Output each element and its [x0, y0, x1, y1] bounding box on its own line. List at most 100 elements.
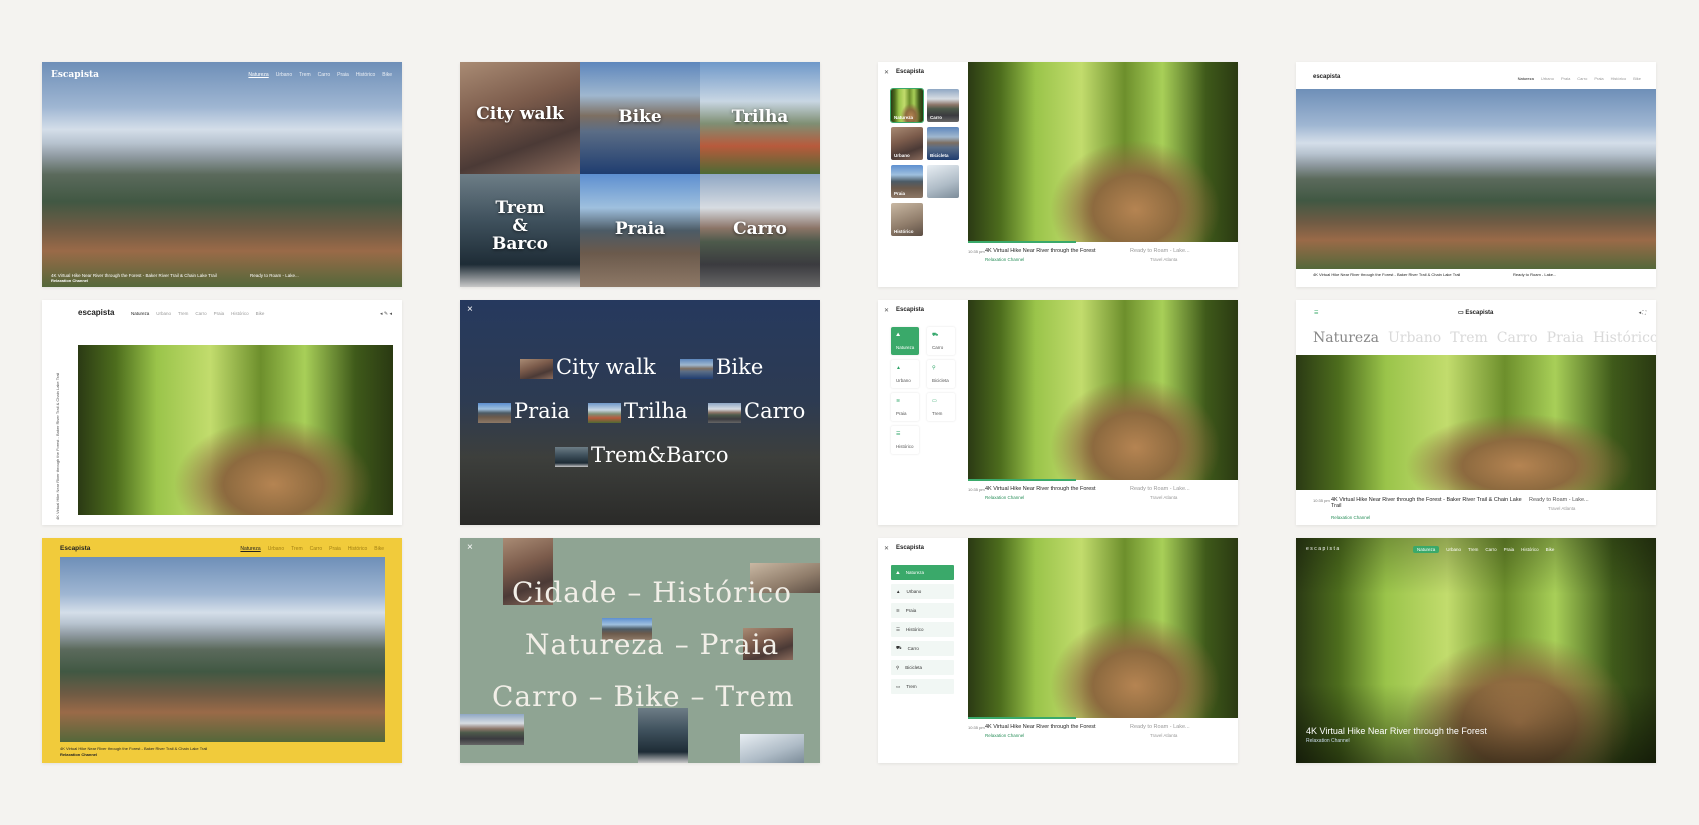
grid-cell-car[interactable]: Carro: [700, 174, 820, 287]
side-thumb-urbano[interactable]: Urbano: [891, 127, 923, 160]
nav-item[interactable]: Urbano: [276, 72, 292, 78]
list-item-urbano[interactable]: ▲ Urbano: [891, 584, 954, 599]
category-nav[interactable]: Natureza Urbano Trem Carro Praia Históri…: [240, 546, 384, 552]
thumb-image: [555, 446, 588, 467]
variant-fullscreen-video[interactable]: escapista Natureza Urbano Trem Carro Pra…: [1296, 538, 1656, 763]
close-icon[interactable]: ×: [467, 304, 473, 315]
category-nav[interactable]: Natureza Urbano Trem Carro Praia Históri…: [131, 311, 264, 316]
card-urbano[interactable]: ▲ Urbano: [891, 360, 919, 388]
side-thumb-natureza[interactable]: Natureza: [890, 88, 924, 123]
menu-item-praia[interactable]: Praia: [478, 399, 570, 423]
brand-logo[interactable]: Escapista: [51, 70, 99, 80]
thumb-image: [478, 402, 511, 423]
next-video[interactable]: Ready to Roam - Lake...: [250, 273, 299, 278]
close-icon[interactable]: ✕: [884, 69, 889, 76]
variant-hero-mountain[interactable]: Escapista Natureza Urbano Trem Carro Pra…: [42, 62, 402, 287]
nav-item[interactable]: Trem: [299, 72, 310, 78]
video-channel: Relaxation Channel: [51, 278, 89, 283]
video-title: 4K Virtual Hike Near River through the F…: [985, 248, 1096, 254]
video-player[interactable]: [78, 345, 393, 515]
side-thumb-carro[interactable]: Carro: [927, 89, 959, 122]
brand-logo[interactable]: ▭ Escapista: [1458, 309, 1493, 316]
variant-sidebar-list[interactable]: ✕ Escapista ⛰ Natureza ▲ Urbano ≋ Praia ☰ Hi…: [878, 538, 1238, 763]
side-thumb-trem[interactable]: [927, 165, 959, 198]
big-menu-line[interactable]: Cidade – Histórico: [512, 576, 792, 609]
variant-word-menu[interactable]: × City walk Bike Praia Trilha Carro Trem…: [460, 300, 820, 525]
category-nav[interactable]: Natureza Urbano Praia Carro Praia Histór…: [1518, 76, 1641, 81]
menu-item-trem[interactable]: Trem&Barco: [555, 443, 728, 467]
close-icon[interactable]: ×: [467, 542, 473, 553]
big-menu-line[interactable]: Carro – Bike – Trem: [492, 680, 795, 713]
floating-thumb: [638, 708, 688, 763]
variant-sidebar-cards[interactable]: ✕ Escapista ⛰ Natureza ⛟ Carro ▲ Urbano ⚲ Bi…: [878, 300, 1238, 525]
video-player[interactable]: [968, 62, 1238, 242]
controls-icons[interactable]: ◂ ⛶: [1639, 310, 1646, 316]
side-thumb-praia[interactable]: Praia: [891, 165, 923, 198]
nav-item[interactable]: Histórico: [356, 72, 375, 78]
list-item-praia[interactable]: ≋ Praia: [891, 603, 954, 618]
grid-cell-trail[interactable]: Trilha: [700, 62, 820, 174]
variant-large-nav[interactable]: ☰ ▭ Escapista ◂ ⛶ Natureza Urbano Trem C…: [1296, 300, 1656, 525]
card-bicicleta[interactable]: ⚲ Bicicleta: [927, 360, 955, 388]
nav-item[interactable]: Carro: [318, 72, 331, 78]
video-title: 4K Virtual Hike Near River through the F…: [985, 486, 1096, 492]
grid-cell-train[interactable]: Trem & Barco: [460, 174, 580, 287]
list-item-carro[interactable]: ⛟ Carro: [891, 641, 954, 656]
controls-icons[interactable]: ◂ ✎ ◂: [380, 311, 392, 317]
grid-cell-beach[interactable]: Praia: [580, 174, 700, 287]
brand-logo[interactable]: Escapista: [896, 307, 924, 313]
variant-big-type[interactable]: × Cidade – Histórico Natureza – Praia Ca…: [460, 538, 820, 763]
list-item-natureza[interactable]: ⛰ Natureza: [891, 565, 954, 580]
video-player[interactable]: [1296, 355, 1656, 490]
variant-photo-grid[interactable]: City walk Bike Trilha Trem & Barco Praia…: [460, 62, 820, 287]
list-item-trem[interactable]: ▭ Trem: [891, 679, 954, 694]
variant-yellow-frame[interactable]: Escapista Natureza Urbano Trem Carro Pra…: [42, 538, 402, 763]
video-player[interactable]: [968, 538, 1238, 718]
card-trem[interactable]: ▭ Trem: [927, 393, 955, 421]
grid-cell-bike[interactable]: Bike: [580, 62, 700, 174]
nav-item[interactable]: Praia: [337, 72, 349, 78]
category-nav[interactable]: Natureza Urbano Trem Carro Praia Históri…: [1413, 546, 1554, 553]
card-praia[interactable]: ≋ Praia: [891, 393, 919, 421]
menu-item-citywalk[interactable]: City walk: [520, 355, 656, 379]
menu-item-bike[interactable]: Bike: [680, 355, 763, 379]
card-natureza[interactable]: ⛰ Natureza: [891, 327, 919, 355]
list-item-historico[interactable]: ☰ Histórico: [891, 622, 954, 637]
close-icon[interactable]: ✕: [884, 545, 889, 552]
progress-bar[interactable]: [968, 717, 1076, 719]
progress-bar[interactable]: [968, 479, 1076, 481]
card-historico[interactable]: ☰ Histórico: [891, 426, 919, 454]
variant-top-nav-hero[interactable]: escapista Natureza Urbano Praia Carro Pr…: [1296, 62, 1656, 287]
category-nav[interactable]: Natureza Urbano Trem Carro Praia Históri…: [248, 72, 392, 78]
close-icon[interactable]: ✕: [884, 307, 889, 314]
video-player[interactable]: [968, 300, 1238, 480]
next-video[interactable]: Ready to Roam - Lake...: [1130, 486, 1190, 492]
brand-logo[interactable]: Escapista: [896, 69, 924, 75]
brand-logo[interactable]: Escapista: [896, 545, 924, 551]
next-video[interactable]: Ready to Roam - Lake...: [1529, 497, 1589, 503]
category-nav[interactable]: Natureza Urbano Trem Carro Praia Históri…: [1313, 330, 1656, 346]
variant-white-frame[interactable]: escapista Natureza Urbano Trem Carro Pra…: [42, 300, 402, 525]
side-thumb-historico[interactable]: Histórico: [891, 203, 923, 236]
brand-logo[interactable]: Escapista: [60, 545, 90, 552]
floating-thumb: [460, 714, 524, 745]
side-thumb-bicicleta[interactable]: Bicicleta: [927, 127, 959, 160]
video-title: 4K Virtual Hike Near River through the F…: [1306, 726, 1487, 736]
nav-item[interactable]: Bike: [382, 72, 392, 78]
variant-sidebar-thumbs[interactable]: ✕ Escapista Natureza Carro Urbano Bicicl…: [878, 62, 1238, 287]
thumb-image: [708, 402, 741, 423]
grid-cell-city[interactable]: City walk: [460, 62, 580, 174]
brand-logo[interactable]: escapista: [1313, 74, 1340, 80]
menu-item-carro[interactable]: Carro: [708, 399, 805, 423]
menu-icon[interactable]: ☰: [1314, 310, 1318, 316]
next-video[interactable]: Ready to Roam - Lake...: [1130, 248, 1190, 254]
card-carro[interactable]: ⛟ Carro: [927, 327, 955, 355]
next-video[interactable]: Ready to Roam - Lake...: [1130, 724, 1190, 730]
brand-logo[interactable]: escapista: [1306, 546, 1341, 552]
nav-item[interactable]: Natureza: [248, 72, 268, 78]
brand-logo[interactable]: escapista: [78, 308, 114, 317]
big-menu-line[interactable]: Natureza – Praia: [525, 628, 779, 661]
menu-item-trilha[interactable]: Trilha: [588, 399, 688, 423]
list-item-bicicleta[interactable]: ⚲ Bicicleta: [891, 660, 954, 675]
progress-bar[interactable]: [968, 241, 1076, 243]
